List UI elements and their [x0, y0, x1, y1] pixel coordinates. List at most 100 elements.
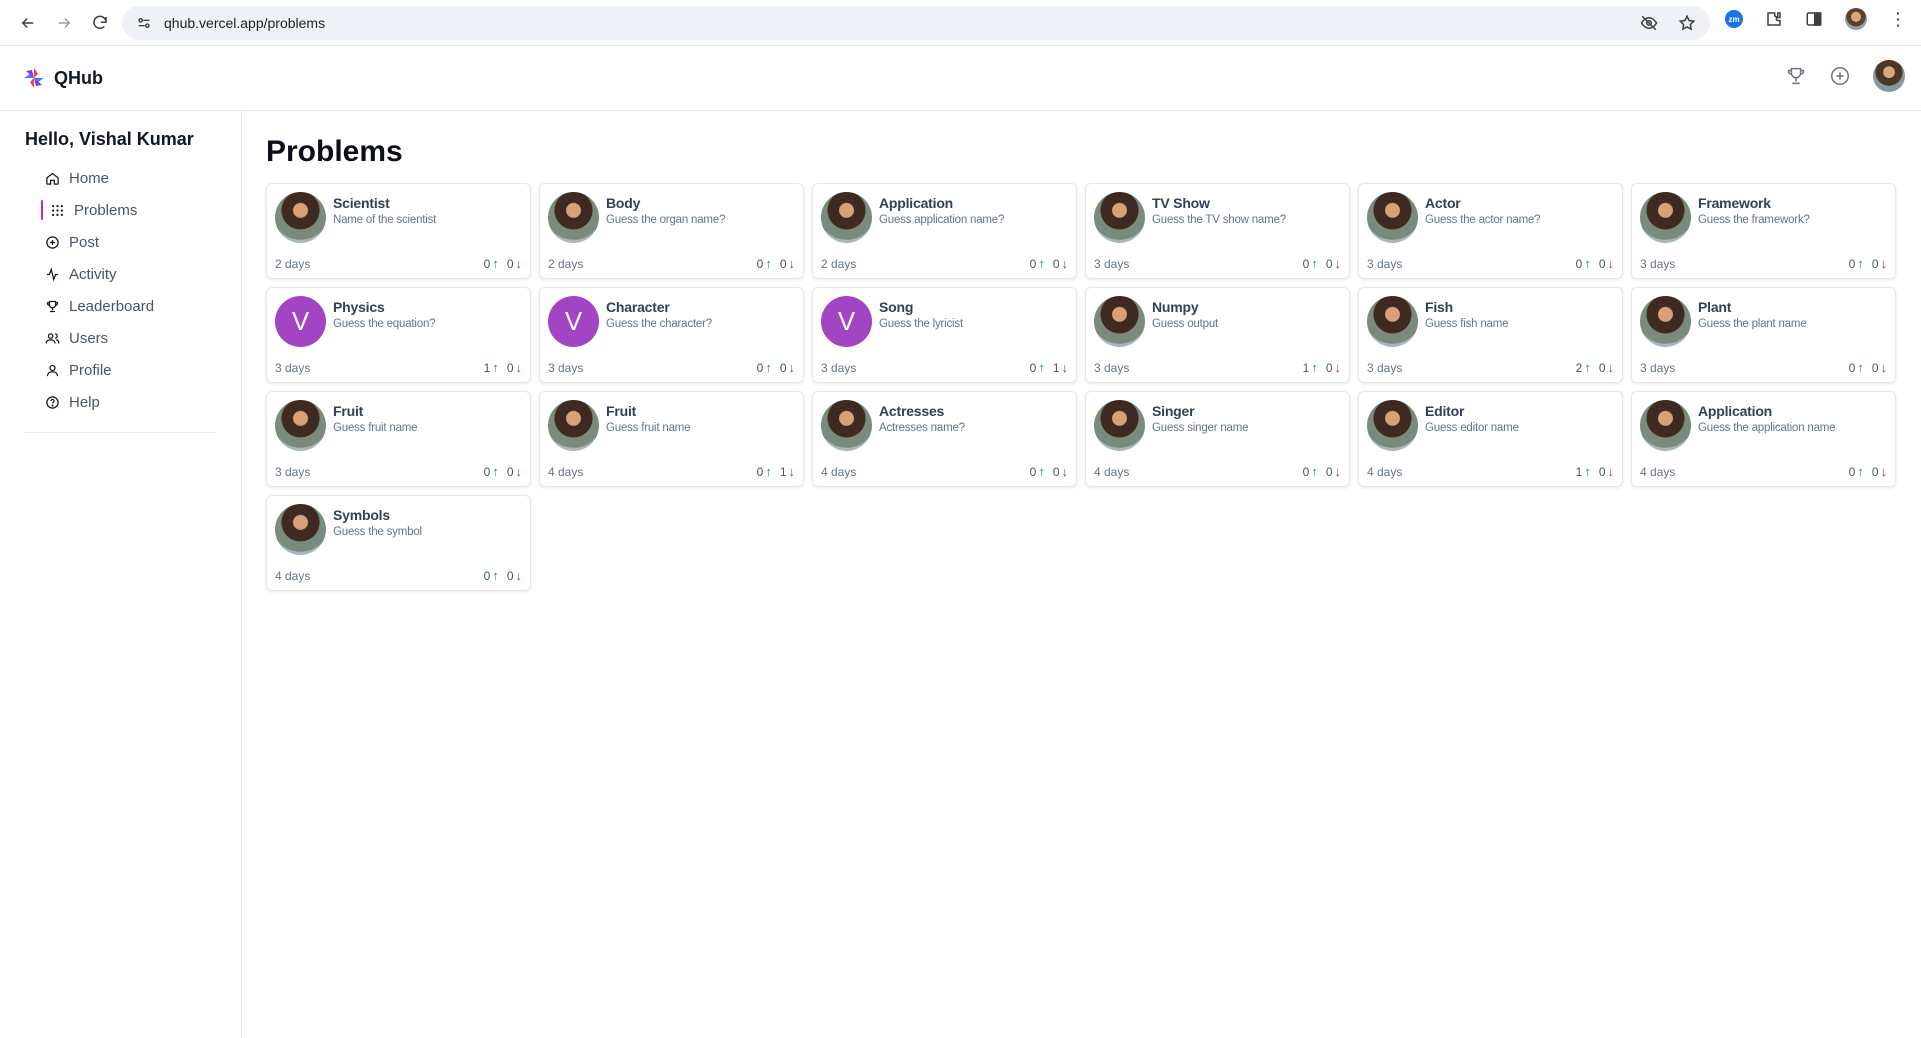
author-avatar[interactable]: V [821, 296, 872, 347]
problem-card[interactable]: Singer Guess singer name 4 days 0 ↑ 0 ↓ [1085, 391, 1350, 487]
arrow-down-icon[interactable]: ↓ [516, 568, 523, 583]
author-avatar[interactable] [275, 400, 326, 451]
problem-card[interactable]: TV Show Guess the TV show name? 3 days 0… [1085, 183, 1350, 279]
arrow-up-icon[interactable]: ↑ [1857, 360, 1864, 375]
arrow-up-icon[interactable]: ↑ [492, 568, 499, 583]
author-avatar[interactable] [1640, 192, 1691, 243]
author-avatar[interactable] [275, 192, 326, 243]
arrow-up-icon[interactable]: ↑ [765, 464, 772, 479]
arrow-up-icon[interactable]: ↑ [492, 464, 499, 479]
url-text[interactable]: qhub.vercel.app/problems [164, 15, 325, 31]
sidebar-item-post[interactable]: Post [25, 226, 215, 258]
problem-card[interactable]: Symbols Guess the symbol 4 days 0 ↑ 0 ↓ [266, 495, 531, 591]
author-avatar[interactable] [1640, 400, 1691, 451]
arrow-down-icon[interactable]: ↓ [789, 360, 796, 375]
problem-card[interactable]: V Physics Guess the equation? 3 days 1 ↑… [266, 287, 531, 383]
arrow-up-icon[interactable]: ↑ [1038, 256, 1045, 271]
arrow-down-icon[interactable]: ↓ [1881, 256, 1888, 271]
arrow-down-icon[interactable]: ↓ [789, 464, 796, 479]
sidebar-item-problems[interactable]: Problems [25, 194, 215, 226]
sidebar-item-users[interactable]: Users [25, 322, 215, 354]
arrow-up-icon[interactable]: ↑ [1857, 464, 1864, 479]
author-avatar[interactable] [548, 400, 599, 451]
arrow-down-icon[interactable]: ↓ [1881, 464, 1888, 479]
arrow-up-icon[interactable]: ↑ [492, 360, 499, 375]
author-avatar[interactable] [548, 192, 599, 243]
arrow-up-icon[interactable]: ↑ [765, 256, 772, 271]
arrow-down-icon[interactable]: ↓ [1335, 256, 1342, 271]
arrow-down-icon[interactable]: ↓ [1335, 360, 1342, 375]
sidebar-item-activity[interactable]: Activity [25, 258, 215, 290]
arrow-up-icon[interactable]: ↑ [1311, 256, 1318, 271]
zoom-extension-icon[interactable]: zm [1725, 10, 1743, 28]
problem-card[interactable]: Plant Guess the plant name 3 days 0 ↑ 0 … [1631, 287, 1896, 383]
author-avatar[interactable] [1640, 296, 1691, 347]
back-button[interactable] [12, 7, 44, 39]
sidebar-item-leaderboard[interactable]: Leaderboard [25, 290, 215, 322]
side-panel-icon[interactable] [1805, 10, 1823, 28]
author-avatar[interactable] [1367, 400, 1418, 451]
address-bar[interactable]: qhub.vercel.app/problems [122, 6, 1710, 40]
arrow-down-icon[interactable]: ↓ [1608, 256, 1615, 271]
eye-off-icon[interactable] [1640, 14, 1658, 32]
author-avatar[interactable] [821, 192, 872, 243]
author-avatar[interactable] [1367, 192, 1418, 243]
author-avatar[interactable] [821, 400, 872, 451]
arrow-down-icon[interactable]: ↓ [1335, 464, 1342, 479]
problem-card[interactable]: Actresses Actresses name? 4 days 0 ↑ 0 ↓ [812, 391, 1077, 487]
sidebar-item-profile[interactable]: Profile [25, 354, 215, 386]
forward-button[interactable] [48, 7, 80, 39]
author-avatar[interactable] [1094, 192, 1145, 243]
problem-card[interactable]: Framework Guess the framework? 3 days 0 … [1631, 183, 1896, 279]
site-settings-icon[interactable] [136, 15, 152, 31]
arrow-up-icon[interactable]: ↑ [1038, 464, 1045, 479]
problem-card[interactable]: Scientist Name of the scientist 2 days 0… [266, 183, 531, 279]
author-avatar[interactable]: V [275, 296, 326, 347]
problem-card[interactable]: Actor Guess the actor name? 3 days 0 ↑ 0… [1358, 183, 1623, 279]
arrow-down-icon[interactable]: ↓ [1062, 256, 1069, 271]
problem-card[interactable]: Editor Guess editor name 4 days 1 ↑ 0 ↓ [1358, 391, 1623, 487]
logo[interactable]: QHub [22, 66, 103, 90]
problem-card[interactable]: V Song Guess the lyricist 3 days 0 ↑ 1 ↓ [812, 287, 1077, 383]
author-avatar[interactable] [1094, 400, 1145, 451]
user-avatar[interactable] [1873, 60, 1905, 92]
problem-card[interactable]: Application Guess application name? 2 da… [812, 183, 1077, 279]
star-icon[interactable] [1678, 14, 1696, 32]
problem-card[interactable]: Fish Guess fish name 3 days 2 ↑ 0 ↓ [1358, 287, 1623, 383]
arrow-down-icon[interactable]: ↓ [1062, 360, 1069, 375]
trophy-icon[interactable] [1785, 65, 1807, 87]
arrow-up-icon[interactable]: ↑ [1584, 464, 1591, 479]
arrow-up-icon[interactable]: ↑ [492, 256, 499, 271]
arrow-down-icon[interactable]: ↓ [1608, 360, 1615, 375]
problem-card[interactable]: V Character Guess the character? 3 days … [539, 287, 804, 383]
arrow-up-icon[interactable]: ↑ [1311, 360, 1318, 375]
problem-card[interactable]: Body Guess the organ name? 2 days 0 ↑ 0 … [539, 183, 804, 279]
arrow-up-icon[interactable]: ↑ [1584, 256, 1591, 271]
browser-profile-avatar[interactable] [1845, 8, 1867, 30]
arrow-down-icon[interactable]: ↓ [516, 360, 523, 375]
reload-button[interactable] [84, 7, 116, 39]
sidebar-item-help[interactable]: Help [25, 386, 215, 418]
arrow-down-icon[interactable]: ↓ [1881, 360, 1888, 375]
sidebar-item-home[interactable]: Home [25, 162, 215, 194]
author-avatar[interactable]: V [548, 296, 599, 347]
more-menu-icon[interactable]: ⋮ [1889, 10, 1907, 28]
arrow-down-icon[interactable]: ↓ [516, 256, 523, 271]
author-avatar[interactable] [1367, 296, 1418, 347]
arrow-up-icon[interactable]: ↑ [1038, 360, 1045, 375]
arrow-down-icon[interactable]: ↓ [789, 256, 796, 271]
arrow-up-icon[interactable]: ↑ [1311, 464, 1318, 479]
arrow-up-icon[interactable]: ↑ [765, 360, 772, 375]
problem-card[interactable]: Fruit Guess fruit name 4 days 0 ↑ 1 ↓ [539, 391, 804, 487]
arrow-down-icon[interactable]: ↓ [1062, 464, 1069, 479]
author-avatar[interactable] [275, 504, 326, 555]
problem-card[interactable]: Numpy Guess output 3 days 1 ↑ 0 ↓ [1085, 287, 1350, 383]
arrow-up-icon[interactable]: ↑ [1857, 256, 1864, 271]
arrow-down-icon[interactable]: ↓ [516, 464, 523, 479]
arrow-up-icon[interactable]: ↑ [1584, 360, 1591, 375]
extensions-puzzle-icon[interactable] [1765, 10, 1783, 28]
arrow-down-icon[interactable]: ↓ [1608, 464, 1615, 479]
problem-card[interactable]: Application Guess the application name 4… [1631, 391, 1896, 487]
problem-card[interactable]: Fruit Guess fruit name 3 days 0 ↑ 0 ↓ [266, 391, 531, 487]
add-circle-icon[interactable] [1829, 65, 1851, 87]
